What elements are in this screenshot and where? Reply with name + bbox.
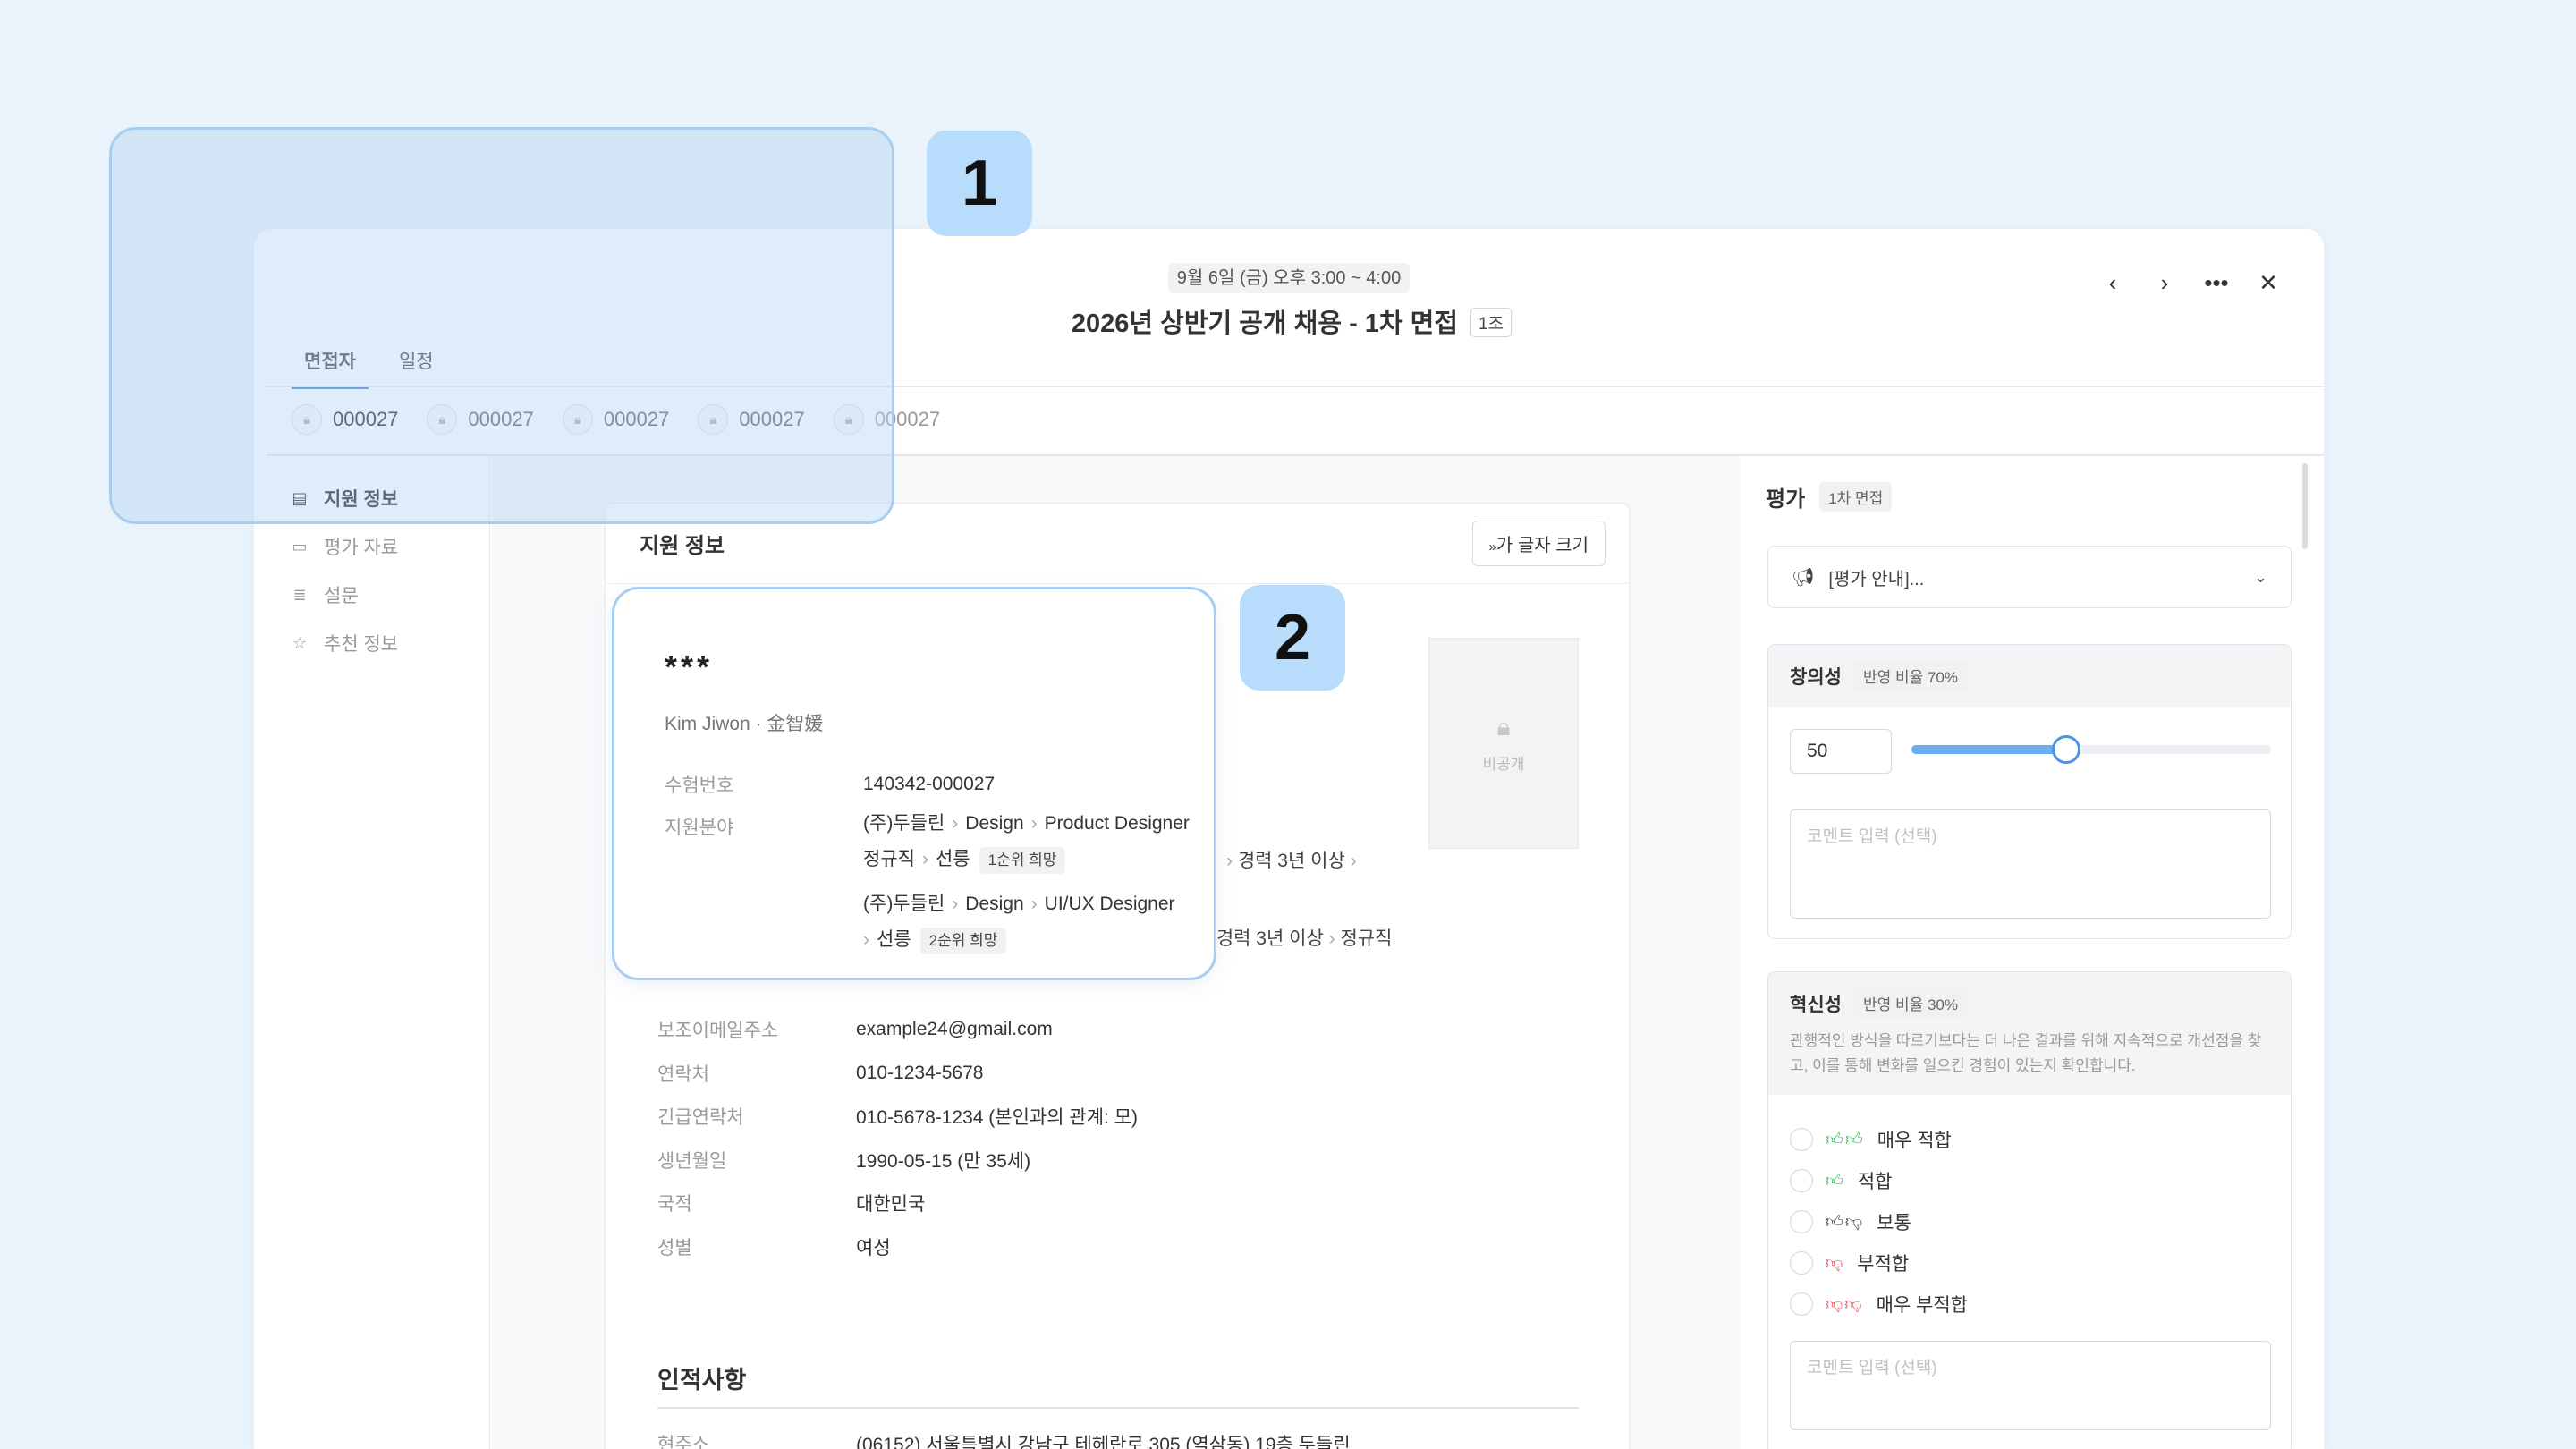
- megaphone-icon: 📢︎: [1792, 567, 1815, 588]
- career-text: › 경력 3년 이상 › 정규직: [1205, 928, 1393, 949]
- rating-option[interactable]: 👍︎ 적합: [1790, 1160, 1968, 1201]
- rating-option[interactable]: 👎︎👎︎ 매우 부적합: [1790, 1284, 1968, 1325]
- application-fields: (주)두들린 › Design › Product Designer 정규직 › 선릉 1순위…: [863, 806, 1190, 958]
- sidebar-item-survey[interactable]: ≣ 설문: [267, 571, 489, 619]
- survey-icon: ≣: [292, 585, 307, 604]
- table-row: 긴급연락처 010-5678-1234 (본인과의 관계: 모): [657, 1107, 1139, 1129]
- photo-private-label: 비공개: [1482, 756, 1525, 773]
- comment-input[interactable]: 코멘트 입력 (선택): [1790, 1341, 2271, 1430]
- evaluation-guide-dropdown[interactable]: 📢︎ [평가 안내]... ⌄: [1767, 546, 2292, 608]
- more-icon[interactable]: •••: [2197, 263, 2236, 302]
- thumbs-up-icon: 👍︎👍︎: [1826, 1130, 1865, 1149]
- chevron-down-icon: ⌄: [2253, 567, 2267, 586]
- preference-tag: 1순위 희망: [979, 847, 1066, 874]
- evaluation-title: 평가: [1766, 487, 1806, 512]
- table-row: 수험번호 140342-000027: [665, 774, 996, 796]
- section-title-personal: 인적사항: [657, 1367, 747, 1394]
- table-row: 연락처 010-1234-5678: [657, 1062, 984, 1085]
- criterion-header: 창의성 반영 비율 70%: [1768, 645, 2291, 707]
- criterion-creativity: 창의성 반영 비율 70% 50 코멘트 입력 (선택): [1767, 644, 2292, 939]
- evaluation-header: 평가 1차 면접: [1766, 481, 1893, 513]
- divider: [657, 1407, 1579, 1409]
- table-row: 지원분야 (주)두들린 › Design › Product Designer 정규직 ›…: [665, 806, 1190, 958]
- comment-input[interactable]: 코멘트 입력 (선택): [1790, 809, 2271, 919]
- evaluation-panel: 평가 1차 면접 📢︎ [평가 안내]... ⌄ 창의성 반영 비율 70% 5…: [1742, 456, 2324, 1449]
- sidebar: ▤ 지원 정보 ▭ 평가 자료 ≣ 설문 ☆ 추천 정보: [267, 456, 490, 1449]
- scrollbar[interactable]: [2302, 463, 2308, 549]
- criterion-innovation: 혁신성 반영 비율 30% 관행적인 방식을 따르기보다는 더 나은 결과를 위…: [1767, 971, 2292, 1449]
- rating-option[interactable]: 👎︎ 부적합: [1790, 1242, 1968, 1284]
- sidebar-item-recommendation[interactable]: ☆ 추천 정보: [267, 619, 489, 667]
- radio[interactable]: [1790, 1292, 1813, 1316]
- interview-time: 9월 6일 (금) 오후 3:00 ~ 4:00: [1168, 263, 1410, 293]
- table-row: 국적 대한민국: [657, 1194, 926, 1216]
- slider-handle[interactable]: [2051, 735, 2080, 764]
- table-row: 생년월일 1990-05-15 (만 35세): [657, 1150, 1031, 1172]
- sidebar-item-evaluation-material[interactable]: ▭ 평가 자료: [267, 522, 489, 571]
- score-slider[interactable]: [1911, 735, 2271, 764]
- radio[interactable]: [1790, 1169, 1813, 1192]
- thumbs-neutral-icon: 👍︎👎︎: [1826, 1212, 1865, 1232]
- profile-photo: 🔒︎ 비공개: [1428, 638, 1579, 849]
- callout-badge-2: 2: [1240, 585, 1345, 691]
- rating-options: 👍︎👍︎ 매우 적합 👍︎ 적합 👍︎👎︎ 보통 👎︎ 부적합 👎︎👎︎ 매우 부적합: [1790, 1119, 1968, 1325]
- table-row: 성별 여성: [657, 1237, 891, 1258]
- rating-option[interactable]: 👍︎👍︎ 매우 적합: [1790, 1119, 1968, 1160]
- font-size-button[interactable]: »가 글자 크기: [1471, 521, 1606, 566]
- radio[interactable]: [1790, 1210, 1813, 1233]
- career-text: › 경력 3년 이상 ›: [1226, 851, 1357, 871]
- folder-icon: ▭: [292, 537, 308, 555]
- callout-badge-1: 1: [927, 131, 1032, 236]
- evaluation-stage-chip: 1차 면접: [1819, 482, 1893, 512]
- chevron-right-icon[interactable]: ›: [2145, 263, 2184, 302]
- highlight-region-1: [109, 127, 894, 524]
- lock-icon: 🔒︎: [1496, 713, 1511, 741]
- star-icon: ☆: [292, 633, 308, 652]
- slider-fill: [1911, 745, 2066, 754]
- info-table: 보조이메일주소 example24@gmail.com 연락처 010-1234-5…: [657, 1008, 1138, 1268]
- highlight-region-2: *** Kim Jiwon · 金智媛 수험번호 140342-000027 지…: [612, 587, 1216, 980]
- score-input[interactable]: 50: [1790, 729, 1892, 774]
- card-title: 지원 정보: [640, 534, 724, 558]
- candidate-name: ***: [665, 648, 714, 685]
- radio[interactable]: [1790, 1128, 1813, 1151]
- radio[interactable]: [1790, 1251, 1813, 1275]
- thumbs-down-icon: 👎︎👎︎: [1826, 1294, 1864, 1314]
- criterion-header: 혁신성 반영 비율 30% 관행적인 방식을 따르기보다는 더 나은 결과를 위…: [1768, 972, 2291, 1095]
- criterion-description: 관행적인 방식을 따르기보다는 더 나은 결과를 위해 지속적으로 개선점을 찾…: [1790, 1032, 2262, 1074]
- address-row: 현주소 (06152) 서울특별시 강남구 테헤란로 305 (역삼동) 19층 …: [657, 1435, 1351, 1449]
- header-actions: ‹ › ••• ✕: [2093, 263, 2288, 302]
- close-icon[interactable]: ✕: [2249, 263, 2288, 302]
- rating-option[interactable]: 👍︎👎︎ 보통: [1790, 1201, 1968, 1242]
- group-badge: 1조: [1470, 308, 1513, 337]
- page-title-text: 2026년 상반기 공개 채용 - 1차 면접: [1071, 309, 1459, 338]
- thumbs-down-icon: 👎︎: [1826, 1253, 1845, 1273]
- chevron-left-icon[interactable]: ‹: [2093, 263, 2132, 302]
- candidate-detail: 수험번호 140342-000027 지원분야 (주)두들린 › Design › Pr…: [665, 763, 1190, 958]
- preference-tag: 2순위 희망: [919, 928, 1007, 954]
- font-size-icon: »: [1488, 539, 1496, 555]
- page-title: 2026년 상반기 공개 채용 - 1차 면접 1조: [1059, 302, 1524, 340]
- candidate-subname: Kim Jiwon · 金智媛: [665, 714, 824, 734]
- table-row: 보조이메일주소 example24@gmail.com: [657, 1019, 1053, 1042]
- thumbs-up-icon: 👍︎: [1826, 1171, 1845, 1191]
